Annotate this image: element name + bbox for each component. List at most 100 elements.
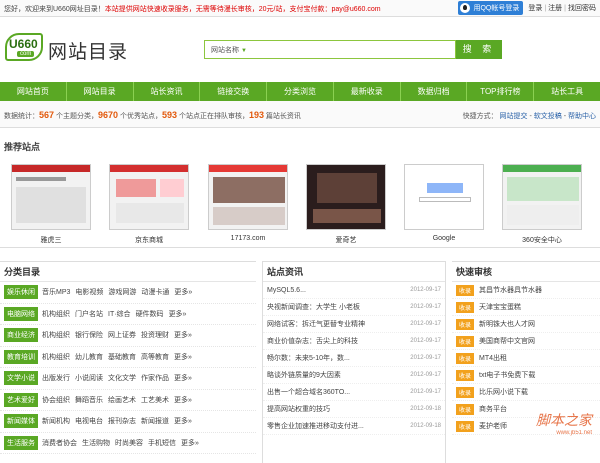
news-item[interactable]: MySQL5.6... 2012-09-17 <box>263 282 445 299</box>
welcome-notice[interactable]: 本站提供网站快速收录服务，无需等待漫长审核，20元/站，支付宝付款：pay@u6… <box>105 6 381 13</box>
nav-item-archive[interactable]: 数据归档 <box>401 82 468 101</box>
news-title[interactable]: 零售企业加速推进移动支付进... <box>267 421 364 431</box>
category-tag[interactable]: 文学小说 <box>4 371 38 386</box>
recommend-site[interactable]: 360安全中心 <box>499 164 585 245</box>
audit-site-name[interactable]: 天津宝宝蛋糕 <box>479 302 521 312</box>
audit-item[interactable]: 收录 比乐网小说下载 <box>452 384 600 401</box>
category-link[interactable]: 小说阅读 <box>75 373 103 383</box>
news-item[interactable]: 零售企业加速推进移动支付进... 2012-09-18 <box>263 418 445 435</box>
audit-site-name[interactable]: MT4出租 <box>479 353 507 363</box>
news-item[interactable]: 出售一个超合域名360TO... 2012-09-17 <box>263 384 445 401</box>
category-link[interactable]: 绘画艺术 <box>108 395 136 405</box>
site-thumbnail[interactable] <box>502 164 582 230</box>
category-link[interactable]: 生活购物 <box>82 438 110 448</box>
news-title[interactable]: 网络试客：拆迁气更替专业精神 <box>267 319 365 329</box>
site-thumbnail[interactable] <box>404 164 484 230</box>
recommend-site[interactable]: 爱奇艺 <box>303 164 389 245</box>
shortcut-submit-link[interactable]: 网站提交 <box>500 113 528 120</box>
category-link[interactable]: 工艺美术 <box>141 395 169 405</box>
news-item[interactable]: 央视新闻调查：大学生 小老板 2012-09-17 <box>263 299 445 316</box>
category-link[interactable]: 幼儿教育 <box>75 352 103 362</box>
category-more-link[interactable]: 更多» <box>174 395 192 405</box>
news-title[interactable]: 畅尔数：未来5-10年，数... <box>267 353 350 363</box>
category-more-link[interactable]: 更多» <box>174 373 192 383</box>
find-password-link[interactable]: 找回密码 <box>568 3 596 13</box>
site-name[interactable]: 京东商城 <box>106 235 192 245</box>
audit-item[interactable]: 收录 其昌节水器具节水器 <box>452 282 600 299</box>
nav-item-news[interactable]: 站长资讯 <box>134 82 201 101</box>
category-link[interactable]: 动漫卡通 <box>141 287 169 297</box>
category-link[interactable]: 机构组织 <box>42 309 70 319</box>
news-title[interactable]: 提高网站权重的技巧 <box>267 404 330 414</box>
category-tag[interactable]: 生活服务 <box>4 435 38 450</box>
recommend-site[interactable]: 京东商城 <box>106 164 192 245</box>
site-name[interactable]: 雅虎三 <box>8 235 94 245</box>
news-item[interactable]: 提高网站权重的技巧 2012-09-18 <box>263 401 445 418</box>
category-link[interactable]: 机构组织 <box>42 330 70 340</box>
recommend-site[interactable]: Google <box>401 164 487 242</box>
login-link[interactable]: 登录 <box>528 3 542 13</box>
site-name[interactable]: 360安全中心 <box>499 235 585 245</box>
audit-site-name[interactable]: 其昌节水器具节水器 <box>479 285 542 295</box>
category-link[interactable]: IT·综合 <box>108 309 131 319</box>
category-more-link[interactable]: 更多» <box>174 287 192 297</box>
category-link[interactable]: 网上证券 <box>108 330 136 340</box>
audit-item[interactable]: 收录 美国商帮中文官网 <box>452 333 600 350</box>
category-link[interactable]: 基础教育 <box>108 352 136 362</box>
category-link[interactable]: 电视电台 <box>75 416 103 426</box>
news-item[interactable]: 畅尔数：未来5-10年，数... 2012-09-17 <box>263 350 445 367</box>
nav-item-link-exchange[interactable]: 链接交换 <box>200 82 268 101</box>
shortcut-post-link[interactable]: 软文投稿 <box>534 113 562 120</box>
category-link[interactable]: 硬件数码 <box>136 309 164 319</box>
audit-site-name[interactable]: 新明铢大也人才网 <box>479 319 535 329</box>
category-tag[interactable]: 商业经济 <box>4 328 38 343</box>
news-title[interactable]: 央视新闻调查：大学生 小老板 <box>267 302 360 312</box>
category-tag[interactable]: 艺术爱好 <box>4 392 38 407</box>
qq-login-button[interactable]: 用QQ帐号登录 <box>458 1 524 15</box>
category-link[interactable]: 机构组织 <box>42 352 70 362</box>
site-thumbnail[interactable] <box>109 164 189 230</box>
category-link[interactable]: 手机短信 <box>148 438 176 448</box>
nav-item-home[interactable]: 网站首页 <box>0 82 67 101</box>
news-title[interactable]: 商业价值杂志：舌尖上的科技 <box>267 336 358 346</box>
category-link[interactable]: 电影视频 <box>75 287 103 297</box>
site-thumbnail[interactable] <box>306 164 386 230</box>
category-more-link[interactable]: 更多» <box>169 309 187 319</box>
site-logo[interactable]: U660 com <box>5 33 43 61</box>
category-link[interactable]: 报刊杂志 <box>108 416 136 426</box>
recommend-site[interactable]: 17173.com <box>205 164 291 242</box>
audit-item[interactable]: 收录 txt电子书免费下载 <box>452 367 600 384</box>
category-tag[interactable]: 教育培训 <box>4 349 38 364</box>
audit-site-name[interactable]: 麦护老师 <box>479 421 507 431</box>
category-tag[interactable]: 新闻媒体 <box>4 414 38 429</box>
audit-site-name[interactable]: txt电子书免费下载 <box>479 370 535 380</box>
audit-site-name[interactable]: 比乐网小说下载 <box>479 387 528 397</box>
news-title[interactable]: 略谈外链质量的9大因素 <box>267 370 341 380</box>
category-link[interactable]: 舞蹈音乐 <box>75 395 103 405</box>
nav-item-tools[interactable]: 站长工具 <box>534 82 600 101</box>
category-link[interactable]: 消费者协会 <box>42 438 77 448</box>
audit-site-name[interactable]: 商务平台 <box>479 404 507 414</box>
category-tag[interactable]: 电脑网络 <box>4 306 38 321</box>
search-input[interactable]: 网站名称 ▼ <box>204 40 456 59</box>
audit-item[interactable]: 收录 新明铢大也人才网 <box>452 316 600 333</box>
nav-item-latest[interactable]: 最新收录 <box>334 82 401 101</box>
category-tag[interactable]: 娱乐休闲 <box>4 285 38 300</box>
site-name[interactable]: Google <box>401 235 487 242</box>
category-link[interactable]: 游戏网游 <box>108 287 136 297</box>
recommend-site[interactable]: 雅虎三 <box>8 164 94 245</box>
site-thumbnail[interactable] <box>11 164 91 230</box>
category-link[interactable]: 投资理财 <box>141 330 169 340</box>
news-item[interactable]: 商业价值杂志：舌尖上的科技 2012-09-17 <box>263 333 445 350</box>
category-link[interactable]: 银行保险 <box>75 330 103 340</box>
nav-item-directory[interactable]: 网站目录 <box>67 82 134 101</box>
category-link[interactable]: 新闻报道 <box>141 416 169 426</box>
nav-item-top-ranking[interactable]: TOP排行榜 <box>467 82 535 101</box>
news-item[interactable]: 略谈外链质量的9大因素 2012-09-17 <box>263 367 445 384</box>
category-link[interactable]: 文化文学 <box>108 373 136 383</box>
category-link[interactable]: 协会组织 <box>42 395 70 405</box>
news-title[interactable]: 出售一个超合域名360TO... <box>267 387 350 397</box>
category-link[interactable]: 门户名站 <box>75 309 103 319</box>
shortcut-help-link[interactable]: 帮助中心 <box>568 113 596 120</box>
site-thumbnail[interactable] <box>208 164 288 230</box>
